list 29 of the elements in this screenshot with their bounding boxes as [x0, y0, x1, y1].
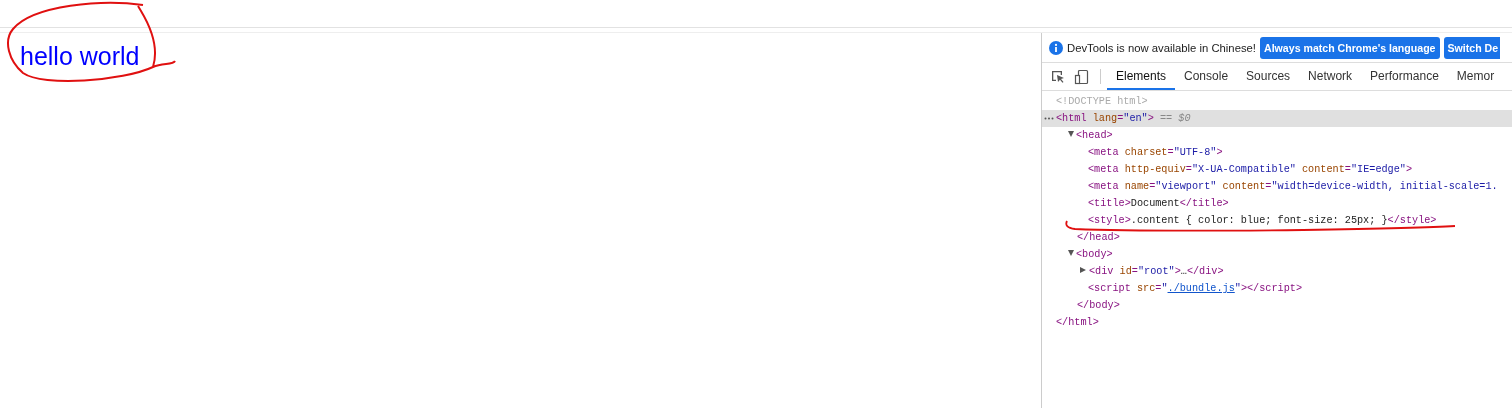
dom-node-line[interactable]: <div id="root">…</div> — [1042, 263, 1512, 280]
info-icon — [1049, 40, 1063, 55]
dom-node-line[interactable]: <meta charset="UTF-8"> — [1042, 144, 1512, 161]
dom-node-line: </html> — [1055, 316, 1100, 330]
dom-node-line[interactable]: <style>.content { color: blue; font-size: 25px; }</style> — [1042, 212, 1512, 229]
ellipsis-icon[interactable] — [1044, 117, 1054, 120]
expand-toggle-icon[interactable] — [1068, 250, 1074, 256]
panel-tab[interactable]: Performance — [1361, 63, 1448, 90]
panel-tab[interactable]: Memor — [1447, 63, 1504, 90]
panel-tab[interactable]: Elements — [1107, 63, 1176, 90]
dom-node-line: </body> — [1076, 299, 1121, 313]
info-message: DevTools is now available in Chinese! — [1067, 41, 1256, 54]
inspect-icon[interactable] — [1050, 68, 1066, 85]
dom-node-line[interactable]: <title>Document</title> — [1042, 195, 1512, 212]
panel-tab[interactable]: Network — [1299, 63, 1362, 90]
language-button[interactable]: Switch De — [1443, 36, 1501, 59]
dom-node-line: </head> — [1076, 231, 1121, 245]
expand-toggle-icon[interactable] — [1080, 267, 1086, 273]
panel-tab[interactable]: Sources — [1237, 63, 1300, 90]
dom-node-line[interactable]: <meta http-equiv="X-UA-Compatible" content="IE=edge"> — [1042, 161, 1512, 178]
expand-toggle-icon[interactable] — [1068, 131, 1074, 137]
dom-node-line[interactable]: <meta name="viewport" content="width=device-width, initial-scale=1. — [1042, 178, 1512, 195]
language-button[interactable]: Always match Chrome's language — [1260, 36, 1440, 59]
dom-node-line[interactable]: <body> — [1042, 246, 1512, 263]
panel-tab[interactable]: Console — [1175, 63, 1238, 90]
device-icon[interactable] — [1074, 68, 1090, 85]
page-text: hello world — [20, 42, 140, 71]
dom-node-line[interactable]: <script src="./bundle.js"></script> — [1042, 280, 1512, 297]
dom-node-line[interactable]: <head> — [1042, 127, 1512, 144]
